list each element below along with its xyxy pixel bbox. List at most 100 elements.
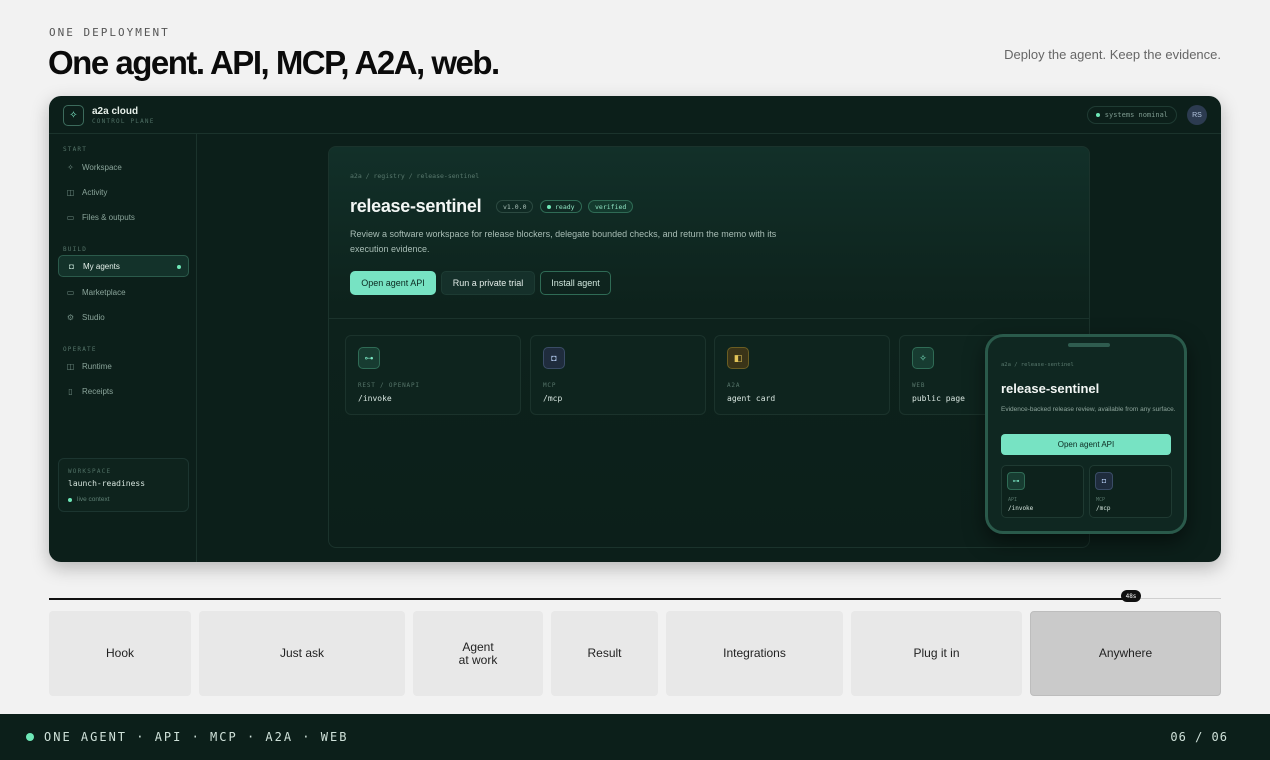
avatar[interactable]: RS: [1187, 105, 1207, 125]
bot-icon: ◘: [69, 261, 74, 271]
phone-card-value: /mcp: [1096, 505, 1111, 512]
version-badge: v1.0.0: [496, 200, 534, 213]
phone-notch: [1068, 343, 1110, 347]
sparkle-icon: ✧: [63, 105, 84, 126]
eyebrow: ONE DEPLOYMENT: [49, 26, 170, 39]
phone-title: release-sentinel: [1001, 381, 1100, 396]
sidebar-item-label: Runtime: [82, 361, 112, 371]
workspace-status: live context: [68, 496, 110, 503]
agent-panel: a2a / registry / release-sentinel releas…: [328, 146, 1090, 548]
sparkle-icon: ✧: [912, 347, 934, 369]
run-private-trial-button[interactable]: Run a private trial: [441, 271, 535, 295]
card-icon: ◧: [727, 347, 749, 369]
sidebar-item-studio[interactable]: ⚙ Studio: [58, 306, 189, 328]
sidebar: START ✧ Workspace ◫ Activity ▭ Files & o…: [49, 134, 197, 562]
ready-text: ready: [555, 202, 575, 211]
panel-icon: ◫: [66, 361, 75, 371]
phone-card-value: /invoke: [1008, 505, 1034, 512]
chapter-just-ask[interactable]: Just ask: [199, 611, 405, 696]
endpoint-label: MCP: [543, 382, 557, 389]
sidebar-item-my-agents[interactable]: ◘ My agents: [58, 255, 189, 277]
workspace-card[interactable]: WORKSPACE launch-readiness live context: [58, 458, 189, 512]
endpoint-card-mcp[interactable]: ◘ MCP /mcp: [530, 335, 706, 415]
footer-bar: ONE AGENT · API · MCP · A2A · WEB 06 / 0…: [0, 714, 1270, 760]
chapter-agent-at-work[interactable]: Agent at work: [413, 611, 543, 696]
page-indicator: 06 / 06: [1170, 730, 1228, 744]
sidebar-section-operate: OPERATE: [63, 346, 97, 353]
open-agent-api-button[interactable]: Open agent API: [350, 271, 436, 295]
sidebar-item-workspace[interactable]: ✧ Workspace: [58, 156, 189, 178]
active-indicator: [177, 265, 181, 269]
sidebar-item-label: Activity: [82, 187, 108, 197]
ready-dot: [547, 204, 551, 209]
endpoint-label: REST / OPENAPI: [358, 382, 420, 389]
sidebar-item-marketplace[interactable]: ▭ Marketplace: [58, 281, 189, 303]
brand-subtitle: CONTROL PLANE: [92, 118, 155, 125]
footer-text: ONE AGENT · API · MCP · A2A · WEB: [44, 730, 349, 744]
phone-breadcrumb: a2a / release-sentinel: [1001, 362, 1074, 368]
sidebar-section-build: BUILD: [63, 246, 88, 253]
sparkle-icon: ✧: [67, 162, 74, 172]
endpoint-value: public page: [912, 394, 965, 403]
ready-badge: ready: [540, 200, 582, 213]
sidebar-item-activity[interactable]: ◫ Activity: [58, 181, 189, 203]
phone-card-label: API: [1008, 497, 1018, 503]
live-dot: [68, 497, 72, 502]
app-topbar: ✧ a2a cloud CONTROL PLANE systems nomina…: [49, 96, 1221, 134]
phone-card-mcp[interactable]: ◘ MCP /mcp: [1089, 465, 1172, 518]
endpoint-value: /invoke: [358, 394, 392, 403]
install-agent-button[interactable]: Install agent: [540, 271, 611, 295]
breadcrumb: a2a / registry / release-sentinel: [350, 172, 480, 180]
page-headline: One agent. API, MCP, A2A, web.: [48, 44, 500, 81]
endpoint-card-rest[interactable]: ⊶ REST / OPENAPI /invoke: [345, 335, 521, 415]
folder-icon: ▭: [66, 287, 75, 297]
footer-dot: [26, 733, 34, 741]
agent-description: Review a software workspace for release …: [350, 229, 777, 254]
endpoint-value: agent card: [727, 394, 776, 403]
sidebar-item-runtime[interactable]: ◫ Runtime: [58, 355, 189, 377]
phone-open-agent-api-button[interactable]: Open agent API: [1001, 434, 1171, 455]
gear-icon: ⚙: [66, 312, 75, 322]
status-dot: [1095, 113, 1100, 117]
endpoint-label: WEB: [912, 382, 926, 389]
document-icon: ▯: [68, 386, 73, 396]
phone-description: Evidence-backed release review, availabl…: [1001, 406, 1176, 413]
sidebar-item-receipts[interactable]: ▯ Receipts: [58, 380, 189, 402]
bot-icon: ◘: [1095, 472, 1113, 490]
chapter-plug-it-in[interactable]: Plug it in: [851, 611, 1022, 696]
chapter-hook[interactable]: Hook: [49, 611, 191, 696]
chapter-result[interactable]: Result: [551, 611, 658, 696]
workspace-label: WORKSPACE: [68, 468, 112, 475]
sidebar-item-files[interactable]: ▭ Files & outputs: [58, 206, 189, 228]
endpoint-label: A2A: [727, 382, 741, 389]
status-pill: systems nominal: [1086, 106, 1177, 124]
phone-mockup: a2a / release-sentinel release-sentinel …: [985, 334, 1187, 534]
divider: [329, 318, 1089, 319]
agent-title: release-sentinel: [350, 196, 482, 216]
sidebar-item-label: My agents: [83, 261, 120, 271]
sidebar-item-label: Marketplace: [82, 287, 126, 297]
panel-icon: ◫: [66, 187, 75, 197]
folder-icon: ▭: [66, 212, 75, 222]
status-text: systems nominal: [1104, 111, 1168, 119]
sidebar-item-label: Studio: [82, 312, 105, 322]
brand-name: a2a cloud: [92, 106, 139, 117]
chapter-integrations[interactable]: Integrations: [666, 611, 843, 696]
timeline-progress: [49, 598, 1128, 600]
endpoint-value: /mcp: [543, 394, 563, 403]
key-icon: ⊶: [1007, 472, 1025, 490]
workspace-status-text: live context: [77, 496, 110, 503]
bot-icon: ◘: [543, 347, 565, 369]
endpoint-card-a2a[interactable]: ◧ A2A agent card: [714, 335, 890, 415]
sidebar-item-label: Workspace: [82, 162, 122, 172]
chapter-anywhere[interactable]: Anywhere: [1030, 611, 1221, 696]
sidebar-item-label: Receipts: [82, 386, 114, 396]
workspace-name: launch-readiness: [68, 479, 146, 488]
timeline-time: 48s: [1121, 590, 1141, 602]
sidebar-section-start: START: [63, 146, 88, 153]
phone-card-api[interactable]: ⊶ API /invoke: [1001, 465, 1084, 518]
timeline-track[interactable]: [49, 598, 1221, 600]
key-icon: ⊶: [358, 347, 380, 369]
verified-badge: verified: [588, 200, 634, 213]
phone-card-label: MCP: [1096, 497, 1106, 503]
